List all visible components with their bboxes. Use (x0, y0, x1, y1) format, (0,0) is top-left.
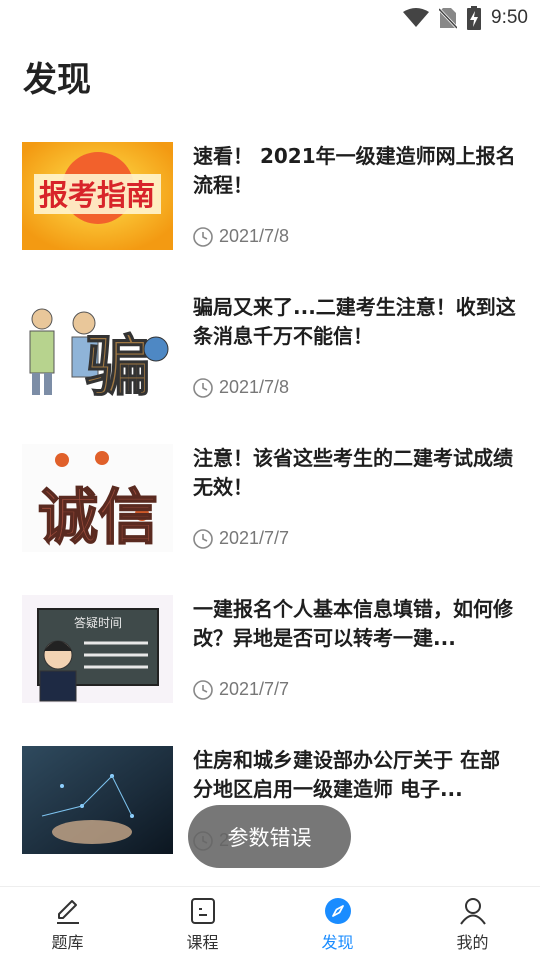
thumbnail-text: 答疑时间 (74, 615, 122, 630)
article-item[interactable]: 骗 骗局又来了...二建考生注意！收到这条消息千万不能信！ 2021/7/8 (22, 293, 522, 401)
error-toast: 参数错误 (188, 805, 351, 868)
article-item[interactable]: 报考指南 速看！ 2021年一级建造师网上报名流程！ 2021/7/8 (22, 142, 522, 250)
article-thumbnail: 骗 (22, 293, 173, 401)
article-date: 2021/7/7 (219, 679, 290, 699)
article-thumbnail: 报考指南 (22, 142, 173, 250)
article-item[interactable]: 答疑时间 一建报名个人基本信息填错，如何修改？异地是否可以转考一建... 202… (22, 595, 522, 703)
article-title[interactable]: 骗局又来了...二建考生注意！收到这条消息千万不能信！ (193, 293, 519, 351)
article-title[interactable]: 住房和城乡建设部办公厅关于 在部分地区启用一级建造师 电子... (193, 746, 519, 804)
clock-icon (193, 377, 213, 398)
article-date: 2021/7/8 (219, 226, 290, 246)
article-meta: 2021/7/8 (193, 377, 289, 398)
clock-icon (193, 679, 213, 700)
thumbnail-text: 诚信 (38, 483, 158, 552)
article-title[interactable]: 注意！该省这些考生的二建考试成绩无效！ (193, 444, 519, 502)
pencil-icon (56, 900, 79, 924)
status-time: 9:50 (491, 7, 528, 28)
article-date: 2021/7/7 (219, 528, 290, 548)
no-sim-icon (439, 7, 458, 29)
course-icon (190, 898, 215, 924)
article-meta: 2021/7/8 (193, 226, 289, 247)
article-date: 2021/7/8 (219, 377, 290, 397)
battery-charging-icon (467, 6, 482, 30)
article-meta: 2021/7/7 (193, 528, 289, 549)
article-item[interactable]: 诚信 注意！该省这些考生的二建考试成绩无效！ 2021/7/7 (22, 444, 522, 552)
compass-icon (324, 898, 351, 924)
status-bar: 9:50 (0, 0, 540, 36)
bottom-tab-bar: 题库 课程 发现 我的 (0, 886, 540, 960)
article-meta: 2021/7/7 (193, 679, 289, 700)
article-title[interactable]: 一建报名个人基本信息填错，如何修改？异地是否可以转考一建... (193, 595, 519, 653)
article-thumbnail: 答疑时间 (22, 595, 173, 703)
article-thumbnail (22, 746, 173, 854)
wifi-icon (403, 8, 430, 27)
clock-icon (193, 528, 213, 549)
tab-label: 发现 (321, 933, 354, 952)
tab-question-bank[interactable]: 题库 (0, 887, 135, 960)
thumbnail-text: 报考指南 (39, 178, 155, 212)
tab-courses[interactable]: 课程 (135, 887, 270, 960)
tab-label: 题库 (51, 933, 84, 952)
tab-discover[interactable]: 发现 (270, 887, 405, 960)
page-title: 发现 (23, 60, 91, 100)
tab-mine[interactable]: 我的 (405, 887, 540, 960)
user-icon (459, 898, 486, 925)
tab-label: 课程 (186, 933, 219, 952)
thumbnail-text: 骗 (85, 328, 151, 401)
tab-label: 我的 (456, 933, 489, 952)
clock-icon (193, 226, 213, 247)
article-thumbnail: 诚信 (22, 444, 173, 552)
article-title[interactable]: 速看！ 2021年一级建造师网上报名流程！ (193, 142, 519, 200)
